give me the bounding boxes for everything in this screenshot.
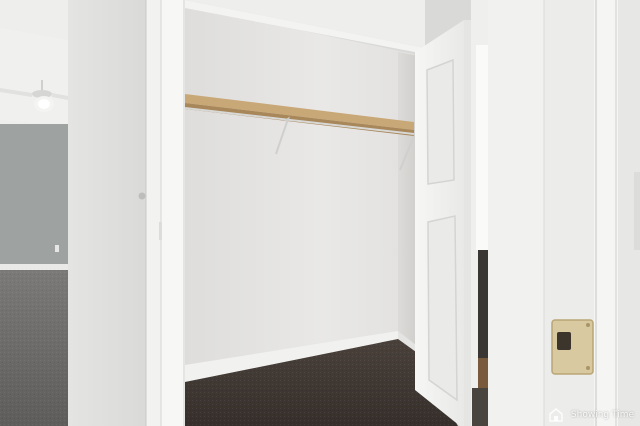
bedroom-view [0, 0, 70, 426]
watermark: Showing Time [548, 408, 634, 422]
latch-plate-icon [551, 319, 594, 375]
right-closet-door [415, 20, 471, 426]
door-knob-icon [138, 192, 146, 200]
watermark-text: Showing Time [570, 410, 634, 420]
foreground-door [488, 0, 640, 426]
left-wall-panel [68, 0, 150, 426]
left-closet-door [146, 0, 162, 426]
closet-photo [0, 0, 640, 426]
house-icon [549, 408, 563, 422]
